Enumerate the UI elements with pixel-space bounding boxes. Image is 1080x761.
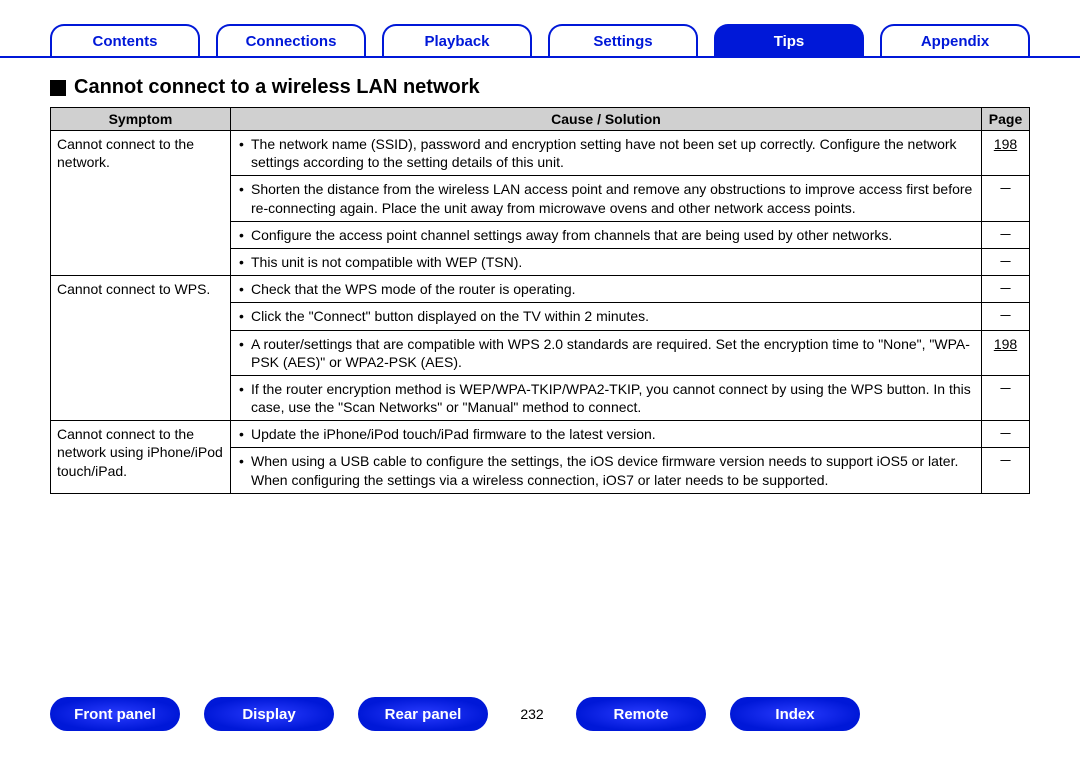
remote-button[interactable]: Remote	[576, 697, 706, 731]
cause-cell: Click the "Connect" button displayed on …	[231, 303, 982, 330]
cause-text: The network name (SSID), password and en…	[237, 135, 975, 171]
cause-cell: Check that the WPS mode of the router is…	[231, 276, 982, 303]
rear-panel-button[interactable]: Rear panel	[358, 697, 488, 731]
page-cell: －	[982, 421, 1030, 448]
square-bullet-icon	[50, 80, 66, 96]
cause-cell: Shorten the distance from the wireless L…	[231, 176, 982, 221]
cause-text: Shorten the distance from the wireless L…	[237, 180, 975, 216]
cause-text: Configure the access point channel setti…	[237, 226, 975, 244]
cause-cell: Update the iPhone/iPod touch/iPad firmwa…	[231, 421, 982, 448]
cause-text: This unit is not compatible with WEP (TS…	[237, 253, 975, 271]
cause-cell: When using a USB cable to configure the …	[231, 448, 982, 493]
page-cell: －	[982, 303, 1030, 330]
table-row: Cannot connect to the network.The networ…	[51, 131, 1030, 176]
cause-cell: A router/settings that are compatible wi…	[231, 330, 982, 375]
bottom-nav: Front panel Display Rear panel 232 Remot…	[0, 697, 1080, 731]
page-cell[interactable]: 198	[982, 330, 1030, 375]
page-cell[interactable]: 198	[982, 131, 1030, 176]
symptom-cell: Cannot connect to the network using iPho…	[51, 421, 231, 494]
index-button[interactable]: Index	[730, 697, 860, 731]
heading-text: Cannot connect to a wireless LAN network	[74, 76, 480, 99]
tab-tips[interactable]: Tips	[714, 24, 864, 56]
tab-playback[interactable]: Playback	[382, 24, 532, 56]
page-number: 232	[512, 706, 552, 722]
content: Cannot connect to a wireless LAN network…	[0, 58, 1080, 494]
page-link[interactable]: 198	[994, 136, 1017, 152]
page-cell: －	[982, 448, 1030, 493]
cause-cell: This unit is not compatible with WEP (TS…	[231, 248, 982, 275]
cause-cell: The network name (SSID), password and en…	[231, 131, 982, 176]
page-cell: －	[982, 276, 1030, 303]
tab-contents[interactable]: Contents	[50, 24, 200, 56]
page-cell: －	[982, 176, 1030, 221]
page-cell: －	[982, 248, 1030, 275]
page-link[interactable]: 198	[994, 336, 1017, 352]
col-cause: Cause / Solution	[231, 108, 982, 131]
cause-cell: If the router encryption method is WEP/W…	[231, 375, 982, 420]
tab-settings[interactable]: Settings	[548, 24, 698, 56]
cause-text: If the router encryption method is WEP/W…	[237, 380, 975, 416]
troubleshooting-table: Symptom Cause / Solution Page Cannot con…	[50, 107, 1030, 494]
section-heading: Cannot connect to a wireless LAN network	[50, 76, 1030, 99]
table-row: Cannot connect to WPS.Check that the WPS…	[51, 276, 1030, 303]
col-symptom: Symptom	[51, 108, 231, 131]
symptom-cell: Cannot connect to the network.	[51, 131, 231, 276]
page-cell: －	[982, 375, 1030, 420]
table-row: Cannot connect to the network using iPho…	[51, 421, 1030, 448]
cause-cell: Configure the access point channel setti…	[231, 221, 982, 248]
cause-text: Click the "Connect" button displayed on …	[237, 307, 975, 325]
front-panel-button[interactable]: Front panel	[50, 697, 180, 731]
symptom-cell: Cannot connect to WPS.	[51, 276, 231, 421]
top-nav: Contents Connections Playback Settings T…	[0, 0, 1080, 58]
display-button[interactable]: Display	[204, 697, 334, 731]
cause-text: When using a USB cable to configure the …	[237, 452, 975, 488]
cause-text: A router/settings that are compatible wi…	[237, 335, 975, 371]
cause-text: Update the iPhone/iPod touch/iPad firmwa…	[237, 425, 975, 443]
cause-text: Check that the WPS mode of the router is…	[237, 280, 975, 298]
tab-appendix[interactable]: Appendix	[880, 24, 1030, 56]
col-page: Page	[982, 108, 1030, 131]
page-cell: －	[982, 221, 1030, 248]
tab-connections[interactable]: Connections	[216, 24, 366, 56]
